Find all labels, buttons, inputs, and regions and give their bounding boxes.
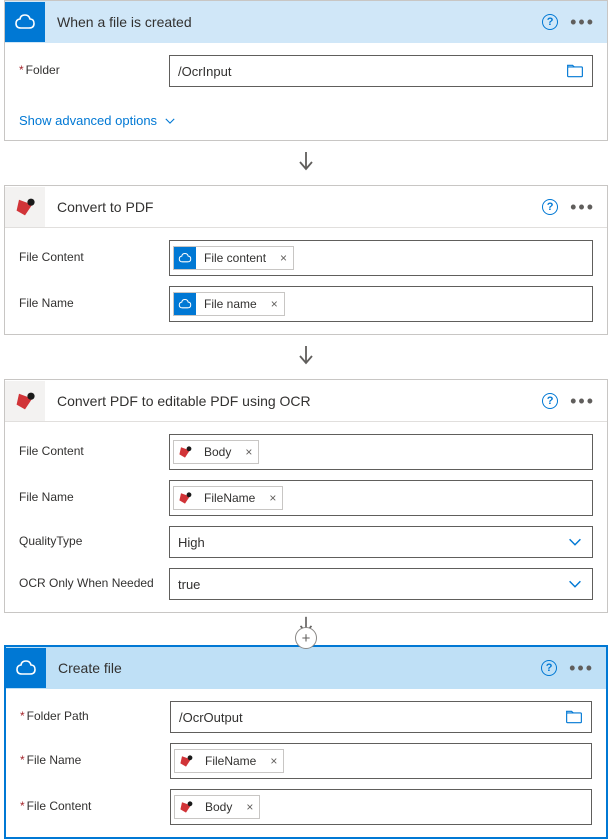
token-body[interactable]: Body × [174,795,260,819]
flow-arrow [0,335,612,379]
flow-arrow [0,141,612,185]
ocr-only-value: true [178,577,200,592]
file-name-label: File Name [19,490,169,506]
step-create-file: Create file ? ••• *Folder Path /OcrOutpu… [4,645,608,839]
step2-header[interactable]: Convert to PDF ? ••• [5,186,607,228]
help-icon[interactable]: ? [542,393,558,409]
folder-path-value: /OcrOutput [179,710,243,725]
api-key-icon [5,381,45,421]
folder-value: /OcrInput [178,64,231,79]
folder-path-label: *Folder Path [20,709,170,725]
remove-token-icon[interactable]: × [240,800,259,814]
api-key-icon [5,187,45,227]
chevron-down-icon [566,575,584,593]
remove-token-icon[interactable]: × [264,754,283,768]
step3-title: Convert PDF to editable PDF using OCR [45,393,542,409]
file-content-input[interactable]: File content × [169,240,593,276]
api-key-icon [174,441,196,463]
file-content-input[interactable]: Body × [169,434,593,470]
help-icon[interactable]: ? [541,660,557,676]
chevron-down-icon [163,114,177,128]
more-menu-icon[interactable]: ••• [570,392,595,410]
ocr-only-label: OCR Only When Needed [19,576,169,592]
step-when-file-created: When a file is created ? ••• *Folder /Oc… [4,0,608,141]
onedrive-icon [5,2,45,42]
file-content-input[interactable]: Body × [170,789,592,825]
step2-title: Convert to PDF [45,199,542,215]
folder-picker-icon[interactable] [566,62,584,80]
help-icon[interactable]: ? [542,199,558,215]
more-menu-icon[interactable]: ••• [570,198,595,216]
show-advanced-toggle[interactable]: Show advanced options [19,113,177,128]
step4-header[interactable]: Create file ? ••• [6,647,606,689]
onedrive-icon [174,293,196,315]
chevron-down-icon [566,533,584,551]
quality-label: QualityType [19,534,169,550]
token-filename[interactable]: FileName × [174,749,284,773]
add-step-button[interactable]: + [295,627,317,649]
remove-token-icon[interactable]: × [263,491,282,505]
token-filename[interactable]: FileName × [173,486,283,510]
quality-select[interactable]: High [169,526,593,558]
step1-title: When a file is created [45,14,542,30]
folder-label: *Folder [19,63,169,79]
help-icon[interactable]: ? [542,14,558,30]
step-convert-pdf-ocr: Convert PDF to editable PDF using OCR ? … [4,379,608,613]
remove-token-icon[interactable]: × [239,445,258,459]
api-key-icon [175,796,197,818]
folder-path-input[interactable]: /OcrOutput [170,701,592,733]
file-name-input[interactable]: FileName × [169,480,593,516]
quality-value: High [178,535,205,550]
step1-header[interactable]: When a file is created ? ••• [5,1,607,43]
token-file-content[interactable]: File content × [173,246,294,270]
file-name-label: File Name [19,296,169,312]
file-content-label: *File Content [20,799,170,815]
remove-token-icon[interactable]: × [265,297,284,311]
file-name-input[interactable]: File name × [169,286,593,322]
step3-header[interactable]: Convert PDF to editable PDF using OCR ? … [5,380,607,422]
file-content-label: File Content [19,250,169,266]
folder-picker-icon[interactable] [565,708,583,726]
ocr-only-select[interactable]: true [169,568,593,600]
token-body[interactable]: Body × [173,440,259,464]
onedrive-icon [6,648,46,688]
file-name-label: *File Name [20,753,170,769]
more-menu-icon[interactable]: ••• [570,13,595,31]
api-key-icon [174,487,196,509]
folder-input[interactable]: /OcrInput [169,55,593,87]
remove-token-icon[interactable]: × [274,251,293,265]
step-convert-to-pdf: Convert to PDF ? ••• File Content File c… [4,185,608,335]
file-name-input[interactable]: FileName × [170,743,592,779]
token-file-name[interactable]: File name × [173,292,285,316]
file-content-label: File Content [19,444,169,460]
step4-title: Create file [46,660,541,676]
more-menu-icon[interactable]: ••• [569,659,594,677]
api-key-icon [175,750,197,772]
onedrive-icon [174,247,196,269]
